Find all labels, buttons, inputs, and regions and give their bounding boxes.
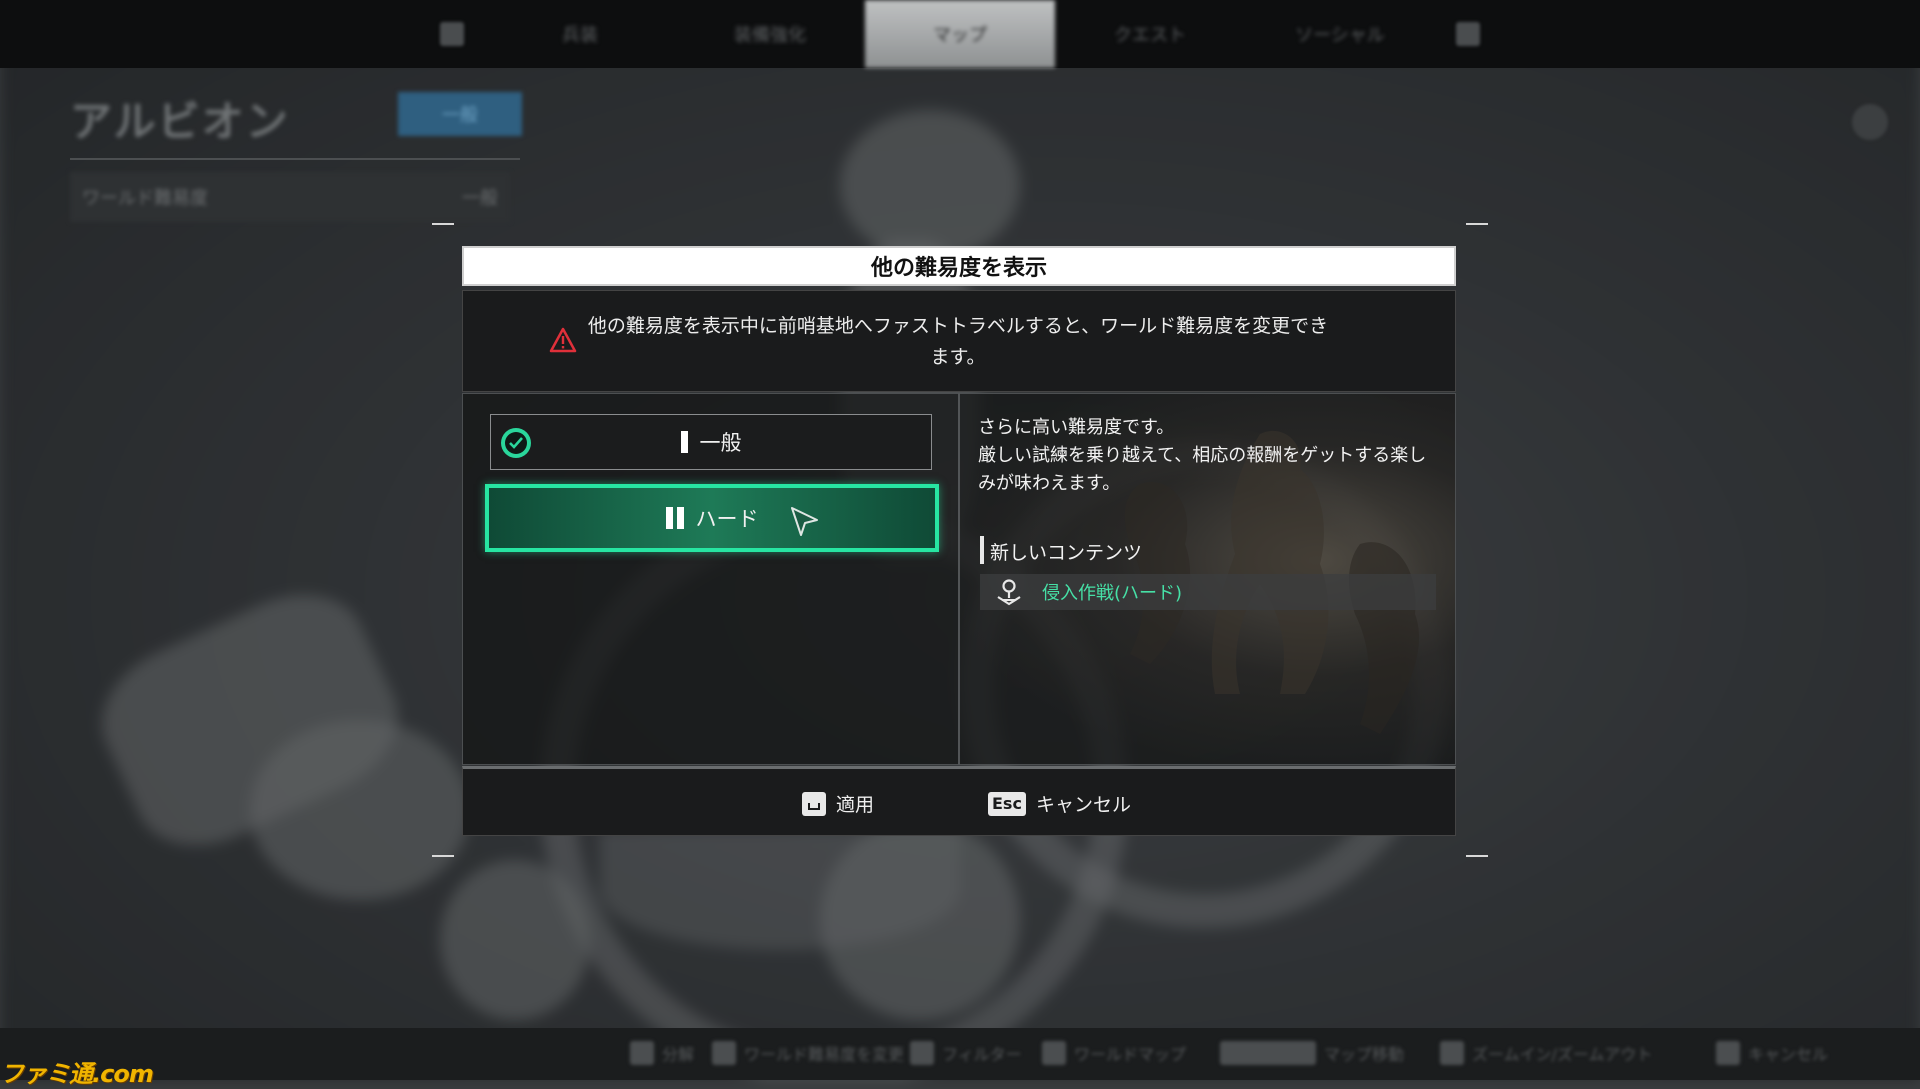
difficulty-level-2-icon	[665, 507, 684, 529]
difficulty-description: さらに高い難易度です。 厳しい試練を乗り越えて、相応の報酬をゲットする楽しみが味…	[978, 417, 1427, 494]
prev-tab-key-icon	[440, 22, 464, 46]
corner-mark	[432, 223, 454, 225]
esc-key-icon: Esc	[988, 791, 1026, 816]
difficulty-option-normal[interactable]: 一般	[490, 414, 932, 470]
hint-item: キャンセル	[1716, 1040, 1828, 1066]
region-difficulty-badge: 一般	[398, 92, 522, 136]
pin-icon	[997, 579, 1021, 606]
cancel-label: キャンセル	[1035, 794, 1131, 816]
world-difficulty-value: 一般	[462, 188, 498, 209]
hint-item: ズームイン/ズームアウト	[1440, 1040, 1652, 1066]
watermark-logo: ファミ通.com	[0, 1060, 154, 1088]
section-marker	[980, 536, 984, 564]
next-tab-key-icon	[1456, 22, 1480, 46]
space-key-icon	[802, 791, 826, 816]
top-nav: 兵装 装備強化 マップ クエスト ソーシャル	[0, 0, 1920, 68]
corner-mark	[1466, 855, 1488, 857]
apply-label: 適用	[836, 794, 875, 816]
difficulty-option-label: 一般	[699, 431, 742, 455]
divider	[70, 158, 520, 160]
check-icon	[501, 428, 531, 458]
corner-mark	[432, 855, 454, 857]
warning-panel: 他の難易度を表示中に前哨基地へファストトラベルすると、ワールド難易度を変更できま…	[462, 290, 1456, 392]
hint-item: フィルター	[910, 1040, 1022, 1066]
warning-icon	[549, 327, 577, 353]
hint-item: ワールド難易度を変更	[712, 1040, 904, 1066]
apply-button[interactable]: 適用	[802, 790, 874, 817]
new-content-item: 侵入作戦(ハード)	[980, 574, 1436, 610]
tab-quest[interactable]: クエスト	[1055, 0, 1245, 68]
dialog-footer	[462, 766, 1456, 836]
world-difficulty-row: ワールド難易度 一般	[70, 172, 510, 222]
mouse-cursor-icon	[791, 507, 818, 536]
difficulty-level-1-icon	[680, 431, 688, 453]
dialog-title: 他の難易度を表示	[462, 246, 1456, 286]
hint-item: ワールドマップ	[1042, 1040, 1186, 1066]
new-content-heading: 新しいコンテンツ	[990, 542, 1143, 564]
corner-mark	[1466, 223, 1488, 225]
hint-item: マップ移動	[1220, 1040, 1404, 1066]
hint-item: 分解	[630, 1040, 694, 1066]
settings-icon[interactable]	[1852, 104, 1888, 140]
world-difficulty-label: ワールド難易度	[82, 188, 208, 209]
cancel-button[interactable]: Esc キャンセル	[988, 790, 1131, 817]
difficulty-option-label: ハード	[695, 507, 759, 531]
tab-map[interactable]: マップ	[865, 0, 1055, 68]
tab-weapons[interactable]: 兵装	[485, 0, 675, 68]
tab-social[interactable]: ソーシャル	[1245, 0, 1435, 68]
warning-text: 他の難易度を表示中に前哨基地へファストトラベルすると、ワールド難易度を変更できま…	[587, 315, 1329, 368]
tab-upgrade[interactable]: 装備強化	[675, 0, 865, 68]
new-content-item-label: 侵入作戦(ハード)	[1042, 583, 1183, 604]
region-title: アルビオン	[70, 97, 290, 146]
difficulty-option-hard[interactable]: ハード	[485, 484, 939, 552]
